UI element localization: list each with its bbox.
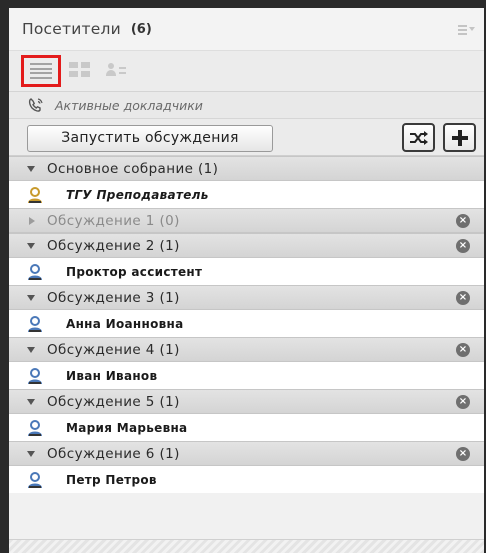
breakout-view-icon xyxy=(69,62,91,78)
window-frame-top xyxy=(0,0,486,8)
user-icon xyxy=(28,315,42,332)
user-icon xyxy=(28,367,42,384)
plus-icon xyxy=(451,129,468,146)
role-view-button[interactable] xyxy=(101,57,131,83)
attendee-row[interactable]: Анна Иоанновна xyxy=(9,310,484,337)
group-name: Обсуждение 3 (1) xyxy=(47,289,180,306)
attendee-row[interactable]: Проктор ассистент xyxy=(9,258,484,285)
breakout-view-button[interactable] xyxy=(65,57,95,83)
speaker-phone-icon xyxy=(28,98,43,112)
breakout-groups-list: Основное собрание (1) ТГУ Преподаватель Об… xyxy=(9,156,484,493)
expanded-arrow-icon[interactable] xyxy=(27,398,35,405)
group-name: Обсуждение 1 (0) xyxy=(47,212,180,229)
attendee-name: Иван Иванов xyxy=(66,368,158,383)
host-user-icon xyxy=(28,186,42,203)
attendee-row[interactable]: ТГУ Преподаватель xyxy=(9,181,484,208)
close-icon[interactable]: × xyxy=(456,395,470,409)
shuffle-icon xyxy=(409,130,428,145)
list-view-icon xyxy=(30,63,52,79)
group-name: Обсуждение 5 (1) xyxy=(47,393,180,410)
attendee-name: ТГУ Преподаватель xyxy=(66,187,209,202)
add-breakout-button[interactable] xyxy=(443,123,476,152)
group-name: Обсуждение 4 (1) xyxy=(47,341,180,358)
group-name: Обсуждение 6 (1) xyxy=(47,445,180,462)
close-icon[interactable]: × xyxy=(456,239,470,253)
group-header[interactable]: Обсуждение 1 (0) × xyxy=(9,208,484,233)
panel-footer xyxy=(9,539,484,553)
user-icon xyxy=(28,419,42,436)
group-header[interactable]: Обсуждение 2 (1) × xyxy=(9,233,484,258)
close-icon[interactable]: × xyxy=(456,343,470,357)
attendees-panel: Посетители (6) Активные докладчики Запус… xyxy=(9,8,484,553)
list-view-button[interactable] xyxy=(21,55,61,87)
expanded-arrow-icon[interactable] xyxy=(27,346,35,353)
close-icon[interactable]: × xyxy=(456,291,470,305)
attendee-count: (6) xyxy=(130,21,152,37)
role-view-icon xyxy=(105,62,127,78)
expanded-arrow-icon[interactable] xyxy=(27,242,35,249)
attendee-name: Петр Петров xyxy=(66,472,157,487)
panel-menu-icon[interactable] xyxy=(458,25,475,35)
window-frame-left xyxy=(0,0,9,553)
group-header[interactable]: Обсуждение 5 (1) × xyxy=(9,389,484,414)
group-name: Обсуждение 2 (1) xyxy=(47,237,180,254)
active-speakers-label: Активные докладчики xyxy=(55,97,203,113)
group-header[interactable]: Обсуждение 3 (1) × xyxy=(9,285,484,310)
panel-titlebar: Посетители (6) xyxy=(9,8,484,51)
close-icon[interactable]: × xyxy=(456,447,470,461)
shuffle-button[interactable] xyxy=(402,123,435,152)
active-speakers-bar: Активные докладчики xyxy=(9,92,484,119)
attendee-row[interactable]: Петр Петров xyxy=(9,466,484,493)
attendee-name: Анна Иоанновна xyxy=(66,316,184,331)
attendee-name: Мария Марьевна xyxy=(66,420,188,435)
group-header[interactable]: Обсуждение 6 (1) × xyxy=(9,441,484,466)
group-header[interactable]: Обсуждение 4 (1) × xyxy=(9,337,484,362)
close-icon[interactable]: × xyxy=(456,214,470,228)
user-icon xyxy=(28,263,42,280)
view-toolbar xyxy=(9,51,484,92)
group-name: Основное собрание (1) xyxy=(47,160,219,177)
group-header[interactable]: Основное собрание (1) xyxy=(9,156,484,181)
attendee-row[interactable]: Мария Марьевна xyxy=(9,414,484,441)
collapsed-arrow-icon[interactable] xyxy=(29,216,35,225)
breakout-actions-bar: Запустить обсуждения xyxy=(9,119,484,156)
user-icon xyxy=(28,471,42,488)
attendee-row[interactable]: Иван Иванов xyxy=(9,362,484,389)
expanded-arrow-icon[interactable] xyxy=(27,450,35,457)
expanded-arrow-icon[interactable] xyxy=(27,165,35,172)
attendee-name: Проктор ассистент xyxy=(66,264,203,279)
panel-title: Посетители xyxy=(22,20,121,38)
start-breakouts-button[interactable]: Запустить обсуждения xyxy=(27,125,273,152)
expanded-arrow-icon[interactable] xyxy=(27,294,35,301)
